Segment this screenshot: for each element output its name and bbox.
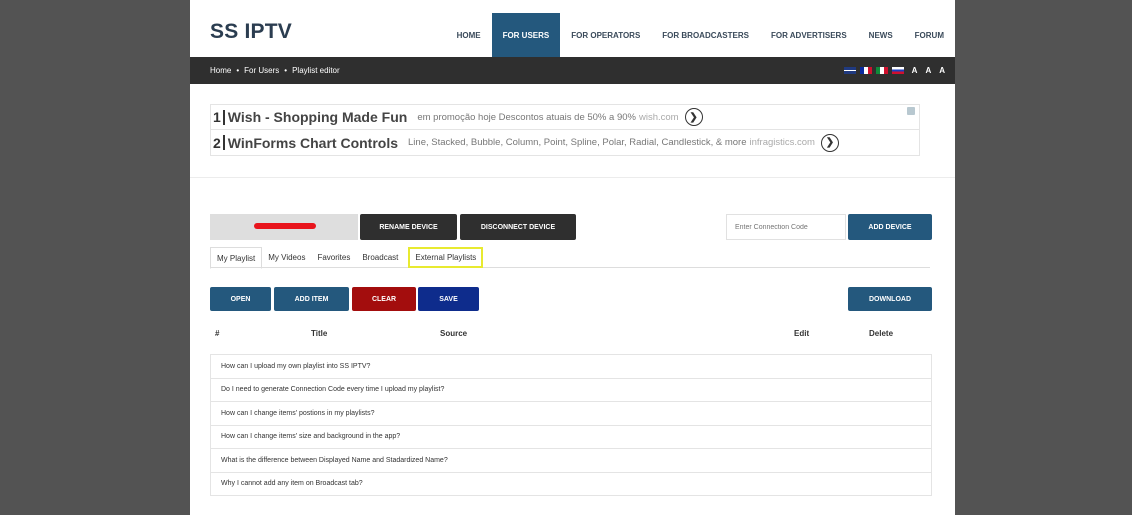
playlist-tabs: My Playlist My Videos Favorites Broadcas… xyxy=(210,247,930,269)
ad-domain: infragistics.com xyxy=(749,137,815,148)
it-flag-icon[interactable] xyxy=(875,67,888,74)
redaction-mark xyxy=(254,223,316,229)
column-header-title: Title xyxy=(311,329,328,338)
add-item-button[interactable]: ADD ITEM xyxy=(274,287,349,311)
ad-row[interactable]: 2 WinForms Chart Controls Line, Stacked,… xyxy=(211,130,919,155)
column-header-delete: Delete xyxy=(869,329,894,338)
site-header: SS IPTV HOME FOR USERS FOR OPERATORS FOR… xyxy=(190,0,955,57)
disconnect-device-button[interactable]: DISCONNECT DEVICE xyxy=(460,214,576,240)
ad-text: em promoção hoje Descontos atuais de 50%… xyxy=(417,111,636,123)
ad-number: 1 xyxy=(213,109,221,125)
open-button[interactable]: OPEN xyxy=(210,287,271,311)
ad-divider xyxy=(222,109,225,125)
ad-banner: 1 Wish - Shopping Made Fun em promoção h… xyxy=(210,104,920,156)
tab-favorites[interactable]: Favorites xyxy=(311,247,356,268)
ad-number: 2 xyxy=(213,134,221,151)
ad-title[interactable]: WinForms Chart Controls xyxy=(228,135,398,151)
font-size-small[interactable]: A xyxy=(912,66,918,75)
save-button[interactable]: SAVE xyxy=(418,287,479,311)
column-header-source: Source xyxy=(440,329,468,338)
tab-external-playlists[interactable]: External Playlists xyxy=(408,247,484,268)
nav-for-advertisers[interactable]: FOR ADVERTISERS xyxy=(760,13,858,57)
ad-divider xyxy=(222,135,225,150)
clear-button[interactable]: CLEAR xyxy=(352,287,416,311)
ad-row[interactable]: 1 Wish - Shopping Made Fun em promoção h… xyxy=(211,105,919,130)
nav-forum[interactable]: FORUM xyxy=(904,13,955,57)
faq-item[interactable]: Do I need to generate Connection Code ev… xyxy=(210,378,932,402)
font-size-medium[interactable]: A xyxy=(925,66,931,75)
breadcrumb-home[interactable]: Home xyxy=(210,66,231,75)
faq-list: How can I upload my own playlist into SS… xyxy=(210,354,932,496)
faq-item[interactable]: Why I cannot add any item on Broadcast t… xyxy=(210,472,932,496)
uk-flag-icon[interactable] xyxy=(843,67,856,74)
breadcrumb-separator: • xyxy=(284,66,288,75)
connection-code-input[interactable] xyxy=(726,214,846,240)
device-name-field xyxy=(210,214,358,240)
tab-broadcast[interactable]: Broadcast xyxy=(356,247,404,268)
main-nav: HOME FOR USERS FOR OPERATORS FOR BROADCA… xyxy=(446,13,955,57)
ad-text: Line, Stacked, Bubble, Column, Point, Sp… xyxy=(408,137,747,148)
faq-item[interactable]: How can I upload my own playlist into SS… xyxy=(210,355,932,379)
language-switcher: A A A xyxy=(843,57,945,84)
faq-item[interactable]: What is the difference between Displayed… xyxy=(210,449,932,473)
column-header-edit: Edit xyxy=(794,329,810,338)
tab-my-videos[interactable]: My Videos xyxy=(262,247,311,268)
breadcrumb-playlist-editor: Playlist editor xyxy=(292,66,340,75)
breadcrumb-for-users[interactable]: For Users xyxy=(244,66,279,75)
nav-for-broadcasters[interactable]: FOR BROADCASTERS xyxy=(651,13,760,57)
download-button[interactable]: DOWNLOAD xyxy=(848,287,932,311)
ad-title[interactable]: Wish - Shopping Made Fun xyxy=(228,109,408,125)
site-logo[interactable]: SS IPTV xyxy=(210,20,292,44)
font-size-large[interactable]: A xyxy=(939,66,945,75)
chevron-right-icon[interactable]: ❯ xyxy=(820,133,839,152)
nav-for-operators[interactable]: FOR OPERATORS xyxy=(560,13,651,57)
tab-my-playlist[interactable]: My Playlist xyxy=(210,247,263,269)
add-device-button[interactable]: ADD DEVICE xyxy=(848,214,932,240)
table-header: # Title Source Edit Delete xyxy=(210,329,930,343)
ad-domain: wish.com xyxy=(638,111,679,123)
faq-item[interactable]: How can I change items' size and backgro… xyxy=(210,425,932,449)
faq-item[interactable]: How can I change items' postions in my p… xyxy=(210,402,932,426)
page-container: SS IPTV HOME FOR USERS FOR OPERATORS FOR… xyxy=(190,0,955,515)
breadcrumb: Home • For Users • Playlist editor A A A xyxy=(190,57,955,84)
section-divider xyxy=(190,177,955,178)
breadcrumb-separator: • xyxy=(236,66,240,75)
nav-home[interactable]: HOME xyxy=(446,13,492,57)
nav-for-users[interactable]: FOR USERS xyxy=(491,13,561,57)
chevron-right-icon[interactable]: ❯ xyxy=(684,108,703,126)
fr-flag-icon[interactable] xyxy=(859,67,872,74)
nav-news[interactable]: NEWS xyxy=(858,13,904,57)
column-header-number: # xyxy=(215,329,220,338)
ru-flag-icon[interactable] xyxy=(891,67,904,74)
rename-device-button[interactable]: RENAME DEVICE xyxy=(360,214,457,240)
ad-choices-icon[interactable] xyxy=(907,107,915,115)
